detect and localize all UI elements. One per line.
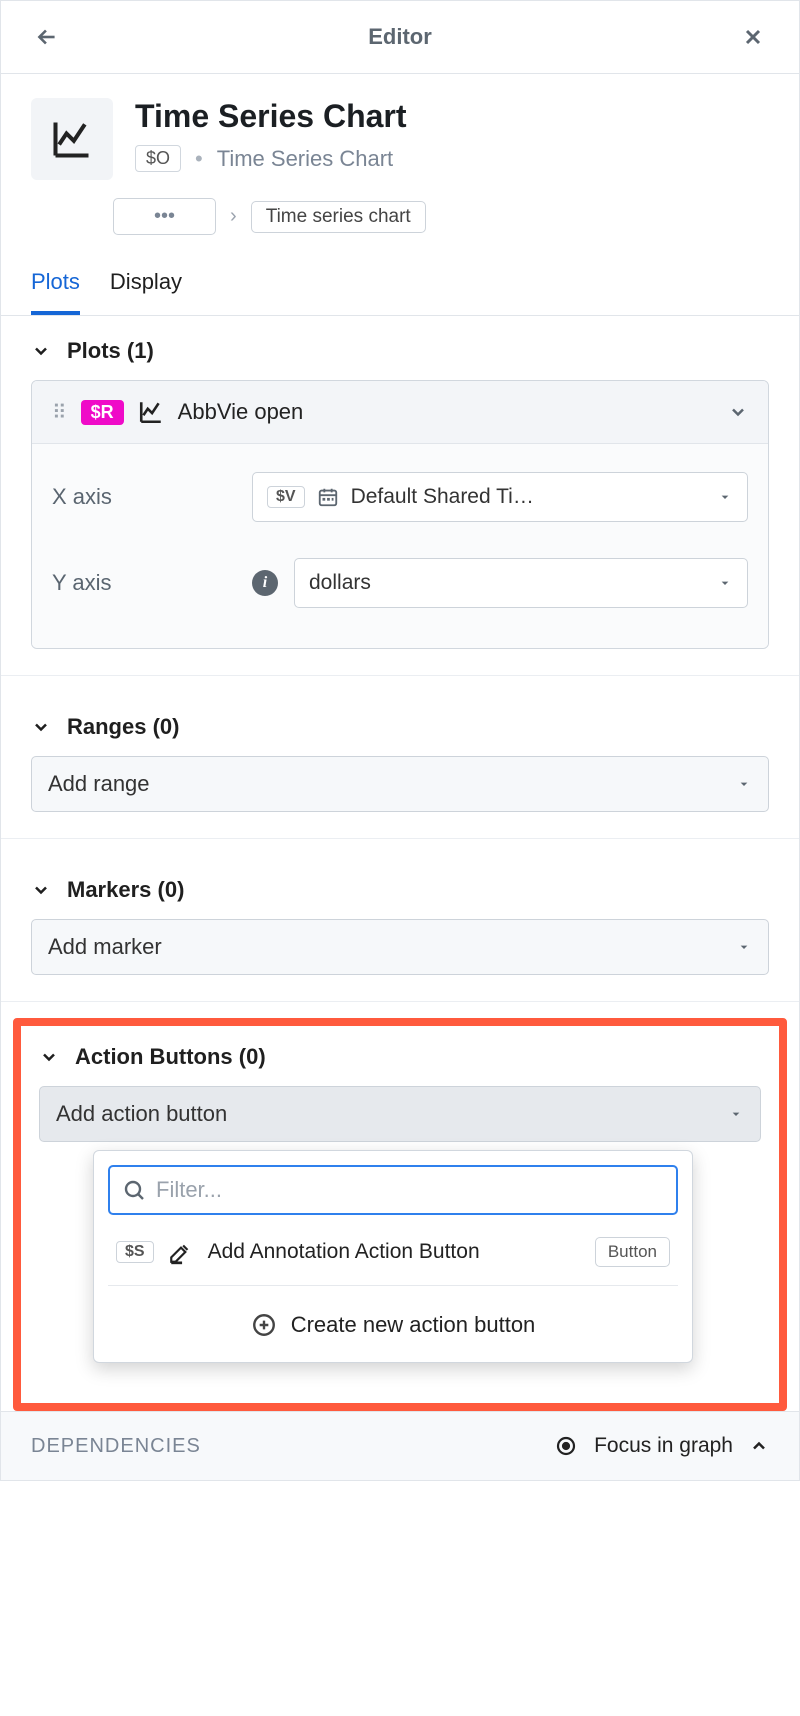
chevron-down-icon [31,717,51,737]
plot-card: ⠿ $R AbbVie open X axis $V [31,380,769,649]
info-icon[interactable]: i [252,570,278,596]
option-label: Add Annotation Action Button [208,1240,480,1264]
chevron-right-icon: › [230,205,237,228]
filter-input[interactable] [156,1177,664,1203]
search-icon [122,1178,146,1202]
page-title: Time Series Chart [135,98,407,135]
create-label: Create new action button [291,1312,536,1338]
add-action-button-label: Add action button [56,1101,227,1127]
tab-plots[interactable]: Plots [31,257,80,315]
annotation-icon [168,1239,194,1265]
caret-down-icon [736,776,752,792]
caret-down-icon [728,1106,744,1122]
ranges-section: Ranges (0) Add range [1,692,799,822]
x-axis-select[interactable]: $V Default Shared Ti… [252,472,748,522]
plus-circle-icon [251,1312,277,1338]
caret-down-icon [736,939,752,955]
filter-input-wrap[interactable] [108,1165,678,1215]
calendar-icon [317,486,339,508]
ranges-section-header[interactable]: Ranges (0) [31,714,769,740]
action-buttons-highlight: Action Buttons (0) Add action button $S … [13,1018,787,1411]
object-tag[interactable]: $O [135,145,181,172]
x-axis-row: X axis $V Default Shared Ti… [52,454,748,540]
y-axis-row: Y axis i dollars [52,540,748,626]
plot-body: X axis $V Default Shared Ti… Y [32,444,768,648]
add-marker-label: Add marker [48,934,162,960]
y-axis-label: Y axis [52,570,252,596]
option-tag: $S [116,1241,154,1263]
action-button-dropdown: $S Add Annotation Action Button Button C… [93,1150,693,1363]
y-axis-value: dollars [309,571,371,595]
markers-section-header[interactable]: Markers (0) [31,877,769,903]
header-title: Editor [368,24,432,50]
chevron-down-icon[interactable] [728,402,748,422]
chevron-down-icon [31,880,51,900]
ranges-section-title: Ranges (0) [67,714,179,740]
breadcrumb: ••• › Time series chart [113,198,799,235]
close-button[interactable] [735,19,771,55]
close-icon [741,25,765,49]
add-marker-select[interactable]: Add marker [31,919,769,975]
plots-section: Plots (1) ⠿ $R AbbVie open X axis $V [1,316,799,659]
markers-section-title: Markers (0) [67,877,184,903]
action-option[interactable]: $S Add Annotation Action Button Button [108,1215,678,1286]
separator-dot: • [195,146,203,172]
subtitle: Time Series Chart [217,146,393,172]
focus-in-graph-label[interactable]: Focus in graph [594,1434,733,1458]
plot-header[interactable]: ⠿ $R AbbVie open [32,381,768,444]
chevron-down-icon [39,1047,59,1067]
dependencies-label: DEPENDENCIES [31,1435,201,1458]
markers-section: Markers (0) Add marker [1,855,799,985]
target-icon [554,1434,578,1458]
chevron-down-icon [31,341,51,361]
y-axis-select[interactable]: dollars [294,558,748,608]
tabs: Plots Display [1,249,799,316]
action-buttons-header[interactable]: Action Buttons (0) [39,1044,761,1070]
x-axis-value: Default Shared Ti… [351,485,534,509]
drag-handle-icon[interactable]: ⠿ [52,400,67,425]
caret-down-icon [717,575,733,591]
x-axis-tag: $V [267,486,305,508]
plot-label: AbbVie open [178,399,304,425]
caret-down-icon [717,489,733,505]
line-chart-icon [50,117,94,161]
plots-section-header[interactable]: Plots (1) [31,338,769,364]
back-button[interactable] [29,19,65,55]
line-chart-icon [138,399,164,425]
breadcrumb-current[interactable]: Time series chart [251,201,426,233]
breadcrumb-root[interactable]: ••• [113,198,216,235]
arrow-left-icon [34,24,60,50]
plot-tag: $R [81,400,124,425]
action-buttons-title: Action Buttons (0) [75,1044,266,1070]
add-range-select[interactable]: Add range [31,756,769,812]
tab-display[interactable]: Display [110,257,182,315]
option-badge: Button [595,1237,670,1267]
plots-section-title: Plots (1) [67,338,154,364]
chevron-up-icon[interactable] [749,1436,769,1456]
add-action-button-select[interactable]: Add action button [39,1086,761,1142]
chart-type-icon-box [31,98,113,180]
x-axis-label: X axis [52,484,252,510]
add-range-label: Add range [48,771,150,797]
editor-header: Editor [1,1,799,74]
dependencies-bar[interactable]: DEPENDENCIES Focus in graph [1,1411,799,1480]
create-new-action-button[interactable]: Create new action button [108,1286,678,1348]
title-block: Time Series Chart $O • Time Series Chart [1,74,799,180]
